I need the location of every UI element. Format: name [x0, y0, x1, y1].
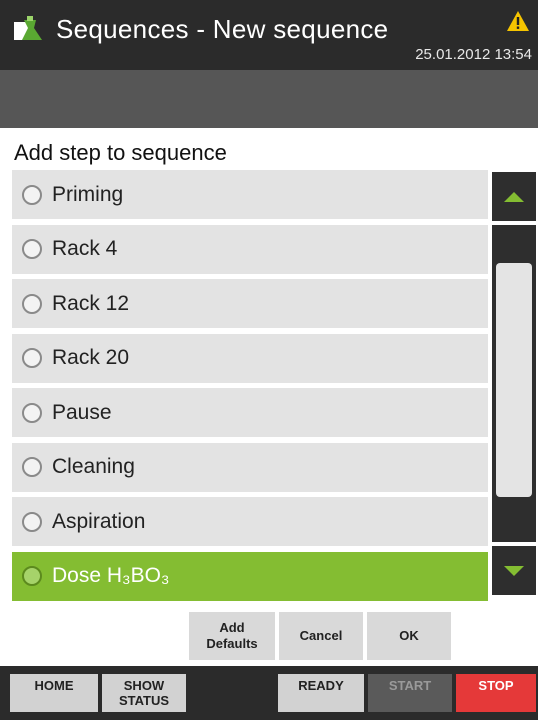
option-label: Priming: [52, 182, 124, 206]
option-cleaning[interactable]: Cleaning: [12, 442, 488, 492]
add-defaults-label-line2: Defaults: [206, 636, 258, 651]
ok-button[interactable]: OK: [367, 612, 451, 660]
option-label: Dose H₃BO₃: [52, 564, 170, 587]
option-label: Pause: [52, 400, 112, 424]
add-defaults-label-line1: Add: [219, 620, 245, 635]
stop-button[interactable]: STOP: [456, 674, 536, 712]
radio-button[interactable]: [22, 511, 42, 532]
show-status-label-line1: SHOW: [123, 678, 165, 693]
option-label: Rack 20: [52, 346, 130, 369]
option-pause[interactable]: Pause: [12, 388, 488, 437]
scrollbar-thumb[interactable]: [496, 263, 532, 497]
radio-button[interactable]: [22, 184, 42, 205]
ready-button[interactable]: READY: [278, 674, 364, 712]
bottom-nav-bar: HOME SHOW STATUS READY START STOP: [0, 666, 538, 720]
option-rack-20[interactable]: Rack 20: [12, 333, 488, 383]
radio-button[interactable]: [22, 566, 42, 586]
cancel-button[interactable]: Cancel: [279, 612, 363, 660]
start-button[interactable]: START: [368, 674, 452, 712]
scroll-up-button[interactable]: [492, 172, 536, 221]
option-aspiration[interactable]: Aspiration: [12, 497, 488, 546]
sub-header-bar: [0, 70, 538, 128]
home-button[interactable]: HOME: [10, 674, 98, 712]
arrow-down-icon: [504, 565, 524, 576]
option-label: Rack 4: [52, 237, 118, 260]
option-dose-h3bo3[interactable]: Dose H₃BO₃: [12, 551, 488, 601]
radio-button[interactable]: [22, 457, 42, 477]
option-label: Rack 12: [52, 291, 130, 315]
arrow-up-icon: [504, 191, 524, 202]
title-bar: Sequences - New sequence 25.01.2012 13:5…: [0, 0, 538, 70]
radio-button[interactable]: [22, 402, 42, 423]
radio-button[interactable]: [22, 293, 42, 314]
warning-triangle-icon[interactable]: [506, 10, 530, 32]
dialog-heading: Add step to sequence: [14, 140, 227, 165]
show-status-button[interactable]: SHOW STATUS: [102, 674, 186, 712]
scroll-down-button[interactable]: [492, 546, 536, 595]
radio-button[interactable]: [22, 239, 42, 259]
flask-app-icon: [14, 16, 42, 40]
window-title: Sequences - New sequence: [56, 14, 389, 44]
option-priming[interactable]: Priming: [12, 170, 488, 219]
option-rack-12[interactable]: Rack 12: [12, 279, 488, 328]
show-status-label-line2: STATUS: [118, 693, 170, 708]
option-label: Cleaning: [52, 455, 135, 478]
option-rack-4[interactable]: Rack 4: [12, 224, 488, 274]
step-options-list: Priming Rack 4 Rack 12 Rack 20 Pause Cle…: [12, 170, 488, 606]
radio-button[interactable]: [22, 348, 42, 368]
option-label: Aspiration: [52, 509, 146, 533]
add-defaults-button[interactable]: Add Defaults: [189, 612, 275, 660]
scrollbar-track[interactable]: [492, 225, 536, 542]
date-time: 25.01.2012 13:54: [415, 46, 532, 63]
